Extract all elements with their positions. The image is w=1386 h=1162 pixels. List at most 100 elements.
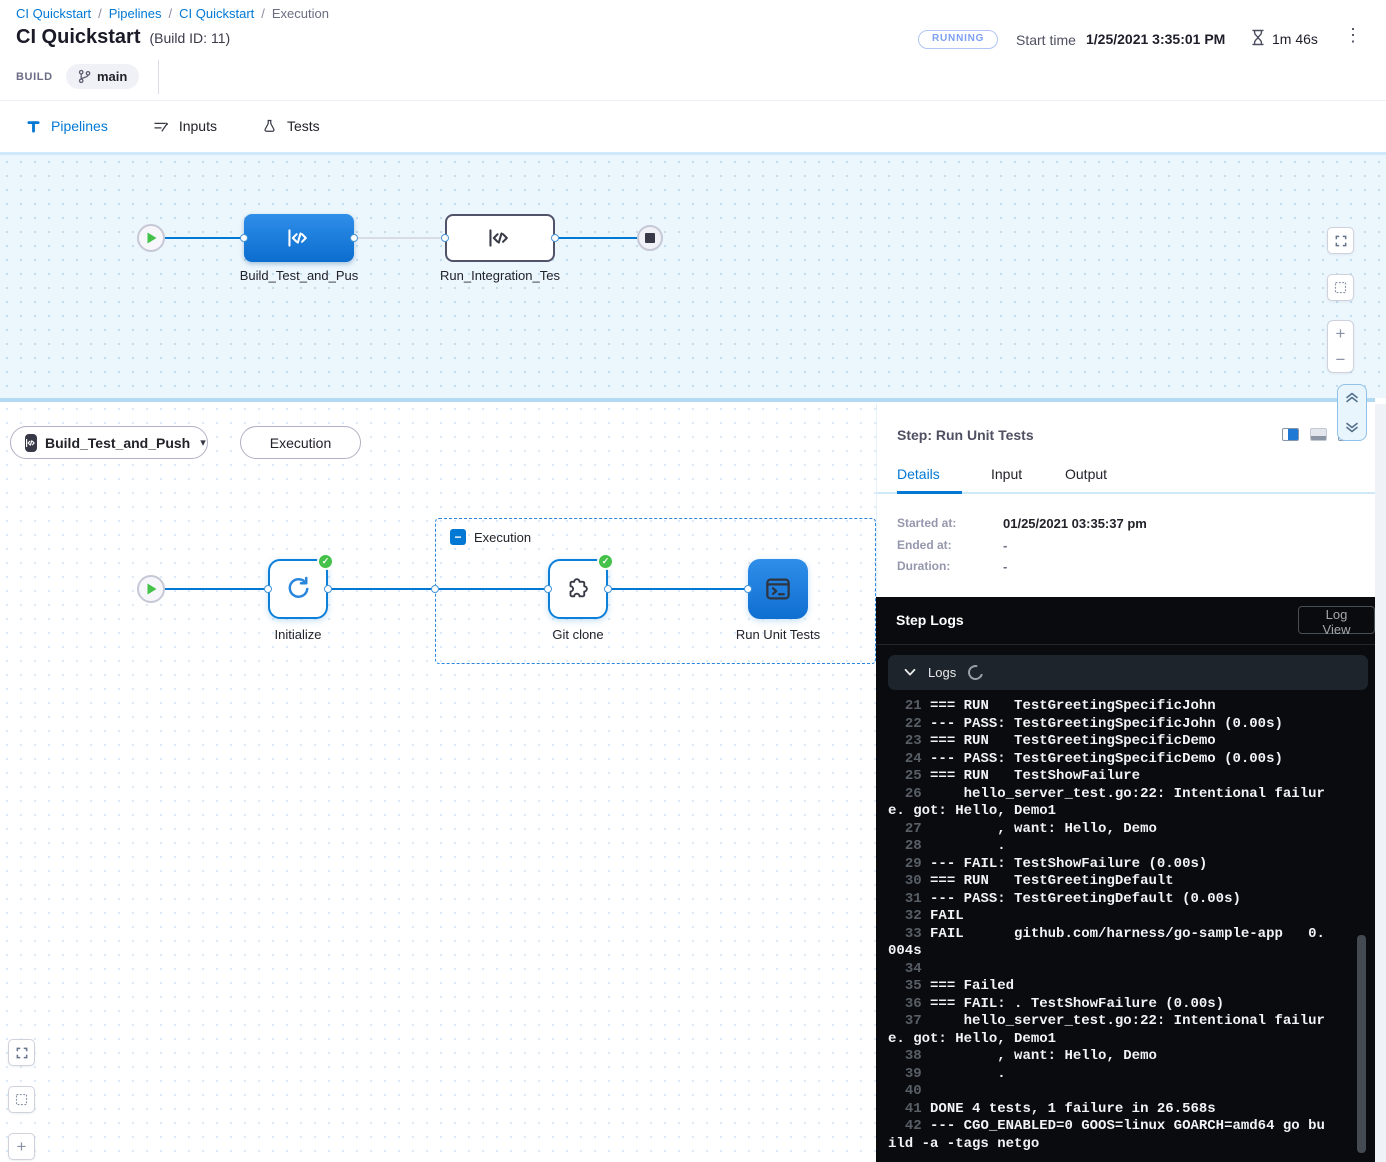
fullscreen-button[interactable] (1327, 227, 1354, 254)
breadcrumb: CI Quickstart/Pipelines/CI Quickstart/Ex… (16, 6, 329, 21)
step-label: Git clone (552, 627, 603, 642)
loading-spinner-icon (965, 662, 985, 682)
stage-canvas[interactable]: Build_Test_and_Push ▾ Execution − Execut… (0, 402, 876, 1162)
stage-label: Build_Test_and_Pus (240, 268, 359, 283)
page-scrollbar-track[interactable] (1375, 404, 1386, 1162)
active-panel-tab-underline (897, 491, 962, 494)
node-port (441, 234, 449, 242)
play-icon (146, 232, 157, 244)
chevrons-down-icon (1345, 422, 1359, 433)
tab-tests-label: Tests (287, 118, 320, 134)
fullscreen-icon (1334, 234, 1348, 248)
play-icon (146, 583, 157, 595)
git-branch-icon (78, 69, 91, 84)
puzzle-icon (563, 574, 593, 604)
execution-pill-label: Execution (270, 435, 331, 451)
code-stage-icon (286, 225, 312, 251)
field-ended-at: Ended at: - (897, 538, 1007, 553)
start-time-label: Start time (1016, 32, 1076, 48)
execution-tabbar: Pipelines Inputs Tests Console View (0, 100, 1386, 155)
execution-step-group[interactable]: − Execution (435, 518, 876, 664)
zoom-in-button[interactable]: + (8, 1133, 35, 1160)
step-details-panel: Step: Run Unit Tests Details Input Outpu… (876, 404, 1375, 597)
chevron-down-icon: ▾ (200, 436, 206, 449)
edge (608, 588, 748, 590)
inputs-icon (152, 117, 170, 135)
tab-pipelines[interactable]: Pipelines (25, 118, 108, 135)
terminal-icon (763, 574, 793, 604)
title-row: CI Quickstart (Build ID: 11) (16, 26, 230, 49)
breadcrumb-link-pipeline[interactable]: CI Quickstart (179, 6, 254, 21)
zoom-out-button[interactable]: − (1328, 347, 1353, 373)
node-port (240, 234, 248, 242)
chevron-down-icon (904, 668, 916, 677)
field-label: Started at: (897, 516, 1003, 531)
execution-view-pill[interactable]: Execution (240, 426, 361, 459)
tab-inputs[interactable]: Inputs (152, 117, 217, 135)
pipeline-canvas[interactable]: Build_Test_and_Pus Run_Integration_Tes +… (0, 155, 1386, 398)
breadcrumb-link-pipelines[interactable]: Pipelines (109, 6, 162, 21)
more-options-icon[interactable]: ⋮ (1344, 26, 1362, 44)
pipeline-icon (25, 118, 42, 135)
layout-bottom-panel-icon[interactable] (1310, 428, 1327, 441)
zoom-controls: + − (1327, 320, 1354, 373)
log-lines: 21 === RUN TestGreetingSpecificJohn 22 -… (888, 698, 1333, 1153)
log-scrollbar[interactable] (1357, 935, 1366, 1153)
stage-label: Run_Integration_Tes (440, 268, 560, 283)
pipeline-start-node[interactable] (137, 224, 165, 252)
collapse-group-icon[interactable]: − (450, 529, 466, 545)
log-view-button[interactable]: Log View (1298, 606, 1375, 634)
step-panel-title: Step: Run Unit Tests (897, 427, 1034, 443)
tab-inputs-label: Inputs (179, 118, 217, 134)
stage-node-build-test-and-push[interactable] (244, 214, 354, 262)
marquee-icon (14, 1092, 29, 1107)
tab-output[interactable]: Output (1065, 466, 1107, 482)
logs-section-header[interactable]: Logs (888, 655, 1368, 690)
execution-group-header[interactable]: − Execution (450, 529, 531, 545)
fullscreen-icon (15, 1046, 29, 1060)
stage-selector-label: Build_Test_and_Push (45, 435, 190, 451)
layout-right-panel-icon[interactable] (1282, 428, 1299, 441)
field-value: 01/25/2021 03:35:37 pm (1003, 516, 1147, 531)
field-label: Duration: (897, 559, 1003, 574)
build-section-label: BUILD (16, 71, 53, 83)
stop-icon (645, 233, 655, 243)
app-window: CI Quickstart/Pipelines/CI Quickstart/Ex… (0, 0, 1386, 1162)
fullscreen-button[interactable] (8, 1039, 35, 1066)
node-port (744, 585, 752, 593)
field-label: Ended at: (897, 538, 1003, 553)
marquee-select-button[interactable] (1327, 274, 1354, 301)
success-badge: ✓ (317, 553, 334, 570)
layout-fill (1288, 429, 1298, 440)
tab-tests[interactable]: Tests (261, 118, 320, 135)
node-port (350, 234, 358, 242)
sync-icon (283, 574, 313, 604)
node-port (544, 585, 552, 593)
node-port (264, 585, 272, 593)
stage-start-node[interactable] (137, 575, 165, 603)
code-stage-icon (25, 434, 37, 452)
marquee-select-button[interactable] (8, 1086, 35, 1113)
header-divider (158, 60, 159, 94)
step-node-run-unit-tests[interactable] (748, 559, 808, 619)
marquee-icon (1333, 280, 1348, 295)
execution-group-label: Execution (474, 530, 531, 545)
field-duration: Duration: - (897, 559, 1007, 574)
step-node-initialize[interactable]: ✓ (268, 559, 328, 619)
start-time-value: 1/25/2021 3:35:01 PM (1086, 31, 1225, 47)
stage-selector-dropdown[interactable]: Build_Test_and_Push ▾ (10, 426, 208, 459)
status-badge: RUNNING (918, 30, 998, 49)
branch-chip[interactable]: main (66, 64, 139, 89)
tab-input[interactable]: Input (991, 466, 1022, 482)
step-label: Initialize (275, 627, 322, 642)
breadcrumb-current: Execution (272, 6, 329, 21)
elapsed-duration: 1m 46s (1272, 31, 1318, 47)
stage-node-run-integration-tests[interactable] (445, 214, 555, 262)
tab-details[interactable]: Details (897, 466, 940, 482)
zoom-in-button[interactable]: + (1328, 321, 1353, 347)
field-value: - (1003, 538, 1007, 553)
step-label: Run Unit Tests (736, 627, 820, 642)
pane-collapse-control[interactable] (1337, 384, 1367, 441)
breadcrumb-link-project[interactable]: CI Quickstart (16, 6, 91, 21)
step-node-git-clone[interactable]: ✓ (548, 559, 608, 619)
